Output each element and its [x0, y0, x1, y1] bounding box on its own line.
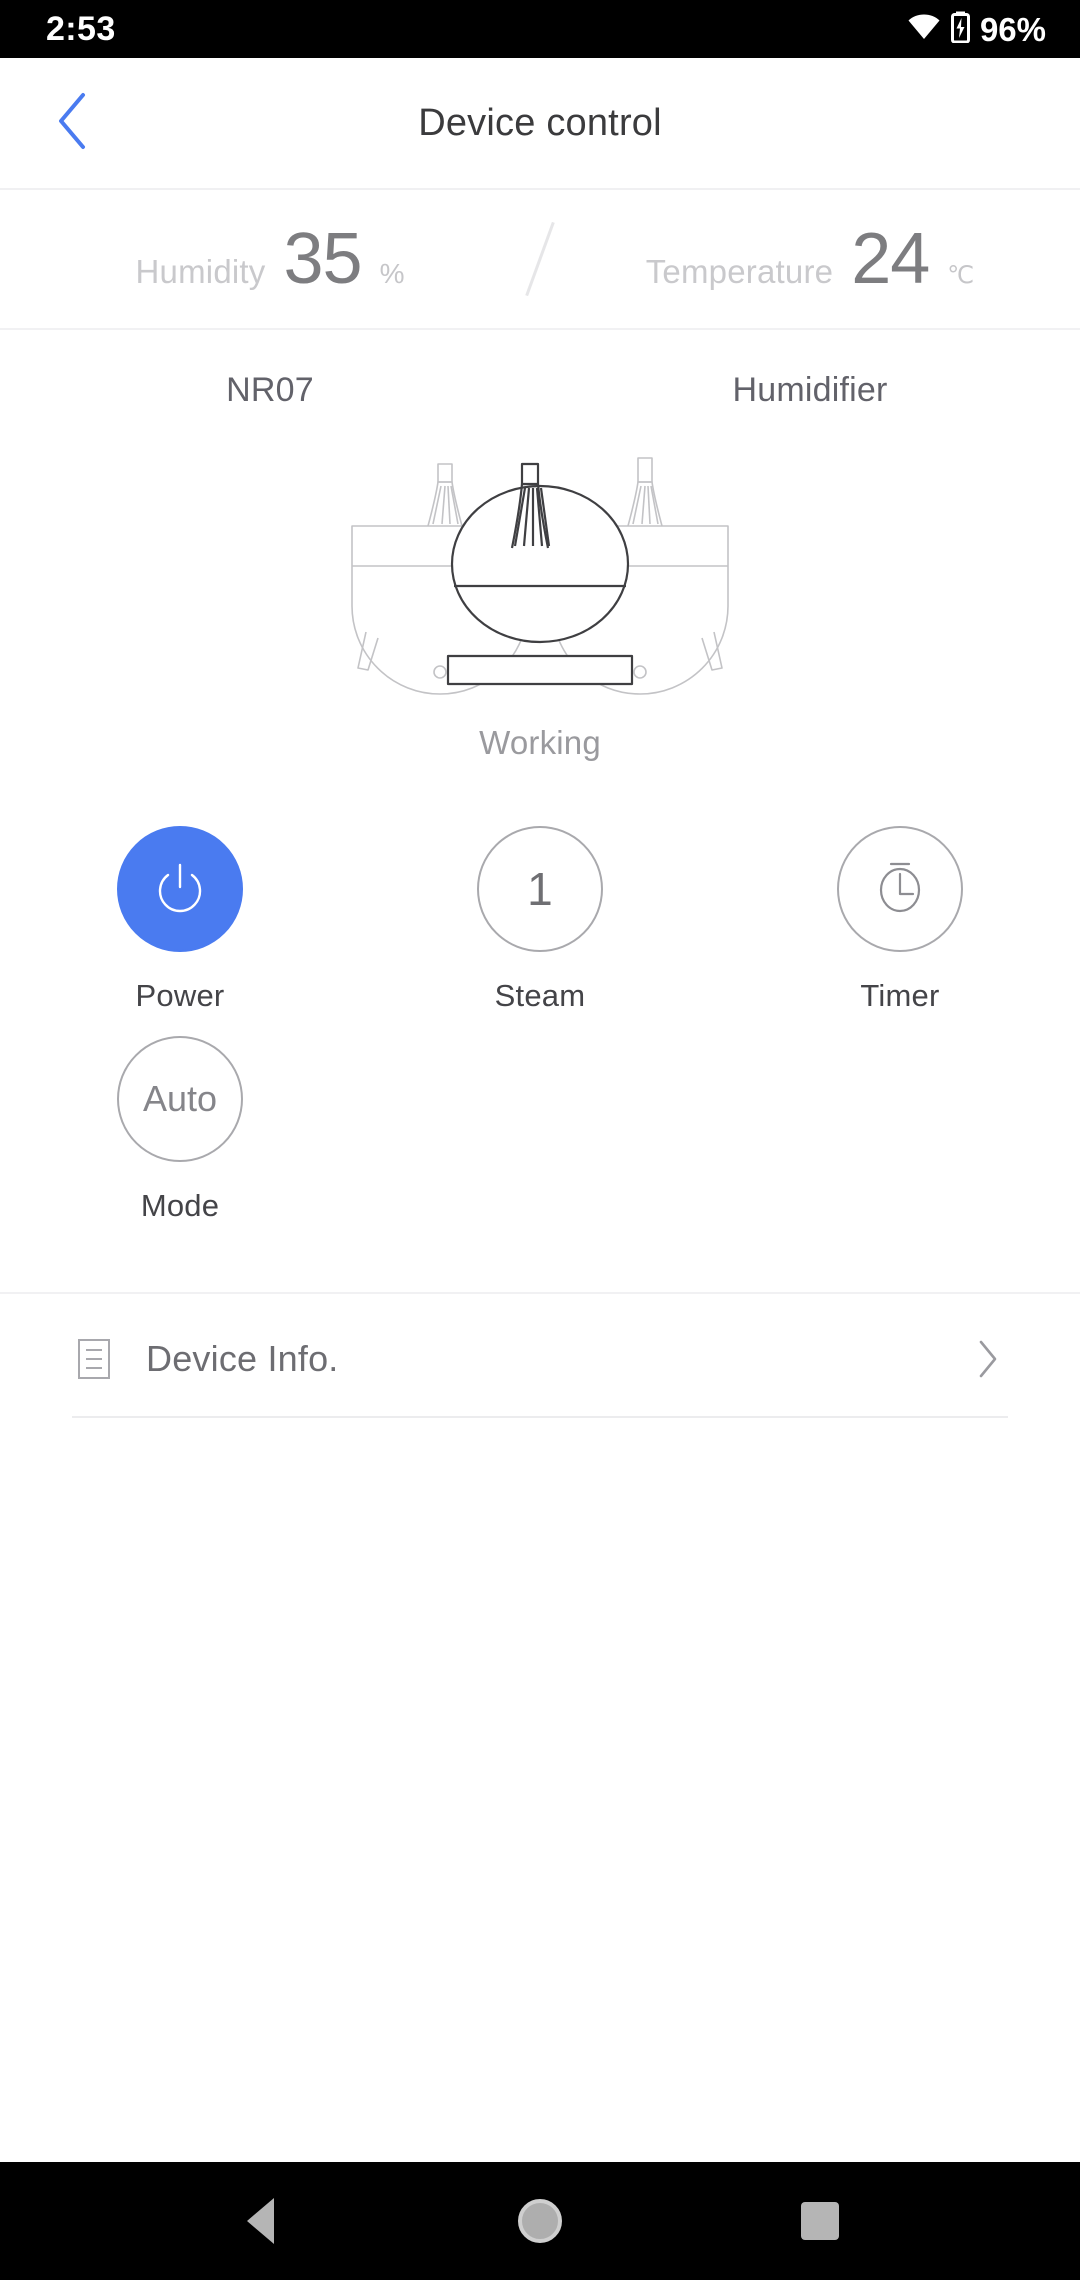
humidity-reading: Humidity 35 % — [0, 223, 540, 295]
nav-recents-button[interactable] — [760, 2162, 880, 2280]
status-bar-indicators: 96% — [907, 11, 1046, 48]
humidity-unit: % — [379, 258, 405, 289]
status-bar: 2:53 96% — [0, 0, 1080, 58]
device-status-label: Working — [479, 724, 601, 761]
humidity-value: 35 — [283, 219, 362, 299]
home-circle-icon — [518, 2199, 562, 2243]
control-power[interactable]: Power — [0, 826, 360, 1014]
android-nav-bar — [0, 2162, 1080, 2280]
nav-back-button[interactable] — [200, 2162, 320, 2280]
device-identity-row: NR07 Humidifier — [0, 330, 1080, 426]
power-label: Power — [135, 978, 225, 1013]
control-timer[interactable]: Timer — [720, 826, 1080, 1014]
app-bar: Device control — [0, 58, 1080, 190]
humidifier-diffuser-illustration — [300, 456, 780, 706]
steam-button[interactable]: 1 — [476, 826, 603, 952]
mode-label: Mode — [140, 1188, 220, 1223]
device-info-label: Device Info. — [146, 1338, 339, 1379]
device-control-screen: 2:53 96% Device control Humidity 35 % Te… — [0, 0, 1080, 2280]
chevron-left-icon — [55, 91, 89, 156]
back-button[interactable] — [34, 85, 110, 161]
wifi-icon — [907, 14, 941, 45]
steam-level-value: 1 — [527, 863, 553, 915]
control-mode[interactable]: Auto Mode — [0, 1036, 360, 1224]
device-info-row[interactable]: Device Info. — [72, 1302, 1008, 1418]
timer-label: Timer — [860, 978, 940, 1013]
page-title: Device control — [418, 101, 662, 144]
control-steam[interactable]: 1 Steam — [360, 826, 720, 1014]
temperature-label: Temperature — [645, 253, 834, 290]
recents-square-icon — [801, 2202, 839, 2240]
back-triangle-icon — [246, 2198, 274, 2244]
device-illustration-area: Working — [0, 426, 1080, 762]
sensor-readings-row: Humidity 35 % Temperature 24 ℃ — [0, 190, 1080, 330]
battery-percent-label: 96% — [979, 10, 1046, 48]
battery-charging-icon — [950, 11, 970, 48]
controls-grid: Power 1 Steam Timer Auto Mode — [0, 762, 1080, 1246]
nav-home-button[interactable] — [480, 2162, 600, 2280]
info-section: Device Info. — [0, 1292, 1080, 1418]
chevron-right-icon — [968, 1337, 1008, 1381]
power-button[interactable] — [116, 826, 243, 952]
mode-button[interactable]: Auto — [116, 1036, 243, 1162]
temperature-reading: Temperature 24 ℃ — [540, 223, 1080, 295]
timer-button[interactable] — [836, 826, 963, 952]
temperature-unit: ℃ — [947, 262, 975, 289]
timer-icon — [869, 856, 931, 923]
status-bar-clock: 2:53 — [46, 10, 116, 48]
steam-label: Steam — [494, 978, 586, 1013]
power-icon — [148, 855, 212, 924]
document-list-icon — [72, 1337, 116, 1381]
temperature-value: 24 — [851, 219, 930, 299]
device-model-label: NR07 — [226, 370, 314, 409]
mode-value: Auto — [142, 1078, 218, 1119]
device-type-label: Humidifier — [732, 370, 888, 409]
humidity-label: Humidity — [135, 253, 266, 290]
